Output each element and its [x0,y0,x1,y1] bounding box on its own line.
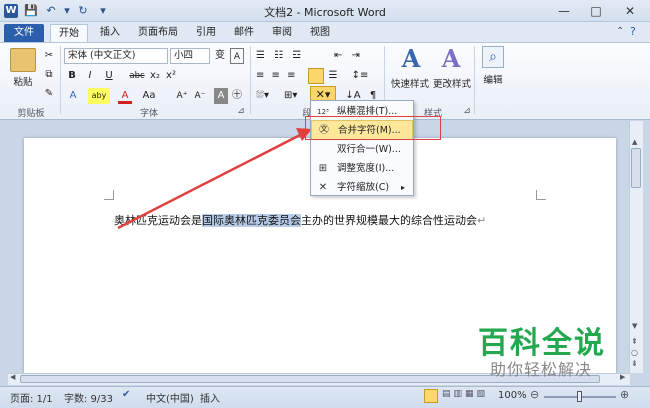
watermark-tagline: 助你轻松解决 [490,360,593,379]
zoom-slider-thumb[interactable] [577,391,582,402]
print-layout-view-icon[interactable] [424,389,438,403]
menu-item-label: 调整宽度(I)... [337,163,395,174]
browse-buttons[interactable]: ⇞ ○ ⇟ [631,336,638,369]
menu-item-label: 双行合一(W)... [337,144,401,155]
scroll-left-icon[interactable]: ◀ [10,373,15,381]
zoom-out-icon[interactable]: ⊖ [530,388,539,401]
scroll-down-icon[interactable]: ▼ [632,322,637,330]
menu-item-two-lines-in-one[interactable]: 双行合一(W)... [311,140,413,160]
character-scaling-icon: ✕ [318,182,328,193]
status-language[interactable]: 中文(中国) [146,390,194,405]
menu-item-fit-text[interactable]: ⊞ 调整宽度(I)... [311,159,413,179]
proofing-icon[interactable]: ✔ [122,389,130,400]
status-page[interactable]: 页面: 1/1 [10,390,53,405]
two-lines-in-one-icon [316,143,330,157]
fit-text-icon: ⊞ [318,163,328,174]
menu-item-character-scaling[interactable]: ✕ 字符缩放(C) ▸ [311,178,413,198]
menu-item-label: 字符缩放(C) [337,182,390,193]
vertical-scroll-thumb[interactable] [631,148,641,188]
status-words[interactable]: 字数: 9/33 [64,390,113,405]
status-insert-mode[interactable]: 插入 [200,390,220,405]
scroll-right-icon[interactable]: ▶ [620,373,625,381]
view-buttons[interactable]: ▤▥▦▧ [442,389,492,403]
submenu-arrow-icon: ▸ [401,183,406,192]
zoom-in-icon[interactable]: ⊕ [620,388,629,401]
callout-box [305,116,441,140]
status-zoom-level[interactable]: 100% [498,390,527,401]
scroll-up-icon[interactable]: ▲ [632,138,637,146]
